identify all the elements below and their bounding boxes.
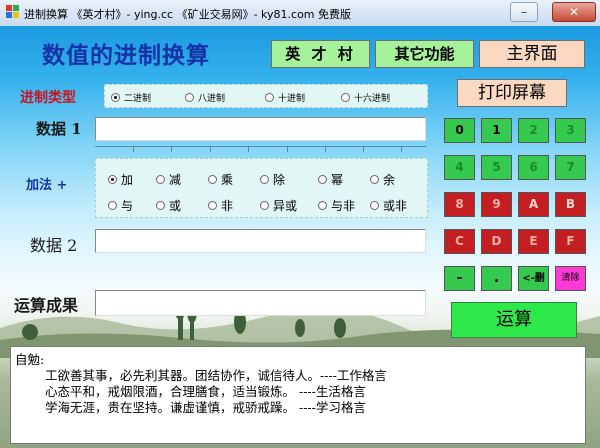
compute-button[interactable]: 运算 bbox=[451, 302, 577, 338]
radio-dot-icon bbox=[108, 175, 117, 184]
app-window: 进制换算 《英才村》- ying.cc 《矿业交易网》- ky81.com 免费… bbox=[0, 0, 600, 448]
radio-dot-icon bbox=[185, 93, 194, 102]
base-type-group: 二进制 八进制 十进制 十六进制 bbox=[104, 84, 428, 108]
radio-label: 与 bbox=[121, 199, 134, 213]
radio-dot-icon bbox=[156, 175, 165, 184]
radio-label: 十六进制 bbox=[354, 94, 391, 104]
key-f[interactable]: F bbox=[555, 229, 586, 254]
radio-dot-icon bbox=[260, 201, 269, 210]
operation-group: 加 减 乘 除 幂 余 与 或 非 异或 与非 或非 bbox=[95, 158, 428, 218]
radio-dot-icon bbox=[318, 201, 327, 210]
op-nor[interactable]: 或非 bbox=[370, 197, 407, 214]
motto-line: 学海无涯，贵在坚持。谦虚谨慎，戒骄戒躁。 ----学习格言 bbox=[45, 400, 366, 415]
page-title: 数值的进制换算 bbox=[42, 42, 210, 69]
radio-label: 减 bbox=[169, 173, 182, 187]
title-bar: 进制换算 《英才村》- ying.cc 《矿业交易网》- ky81.com 免费… bbox=[0, 0, 600, 27]
radio-label: 乘 bbox=[221, 173, 234, 187]
key-b[interactable]: B bbox=[555, 192, 586, 217]
radio-label: 二进制 bbox=[124, 94, 152, 104]
radio-dot-icon bbox=[260, 175, 269, 184]
op-power[interactable]: 幂 bbox=[318, 171, 343, 188]
yingcai-button[interactable]: 英 才 村 bbox=[271, 40, 370, 68]
data1-ruler bbox=[95, 146, 426, 153]
motto-heading: 自勉: bbox=[15, 352, 45, 367]
base-type-label: 进制类型 bbox=[20, 90, 76, 106]
op-nand[interactable]: 与非 bbox=[318, 197, 355, 214]
key-0[interactable]: 0 bbox=[444, 118, 475, 143]
print-screen-button[interactable]: 打印屏幕 bbox=[457, 79, 567, 107]
radio-dot-icon bbox=[111, 93, 120, 102]
radio-dot-icon bbox=[370, 201, 379, 210]
clear-button[interactable]: 清除 bbox=[555, 266, 586, 291]
key-minus[interactable]: - bbox=[444, 266, 475, 291]
data2-label: 数据 2 bbox=[30, 236, 78, 255]
result-label: 运算成果 bbox=[14, 296, 79, 315]
op-not[interactable]: 非 bbox=[208, 197, 233, 214]
other-functions-button[interactable]: 其它功能 bbox=[375, 40, 474, 68]
backspace-button[interactable]: <-删 bbox=[518, 266, 549, 291]
key-5[interactable]: 5 bbox=[481, 155, 512, 180]
radio-label: 或非 bbox=[383, 199, 408, 213]
radio-dot-icon bbox=[108, 201, 117, 210]
window-title: 进制换算 《英才村》- ying.cc 《矿业交易网》- ky81.com 免费… bbox=[24, 8, 352, 21]
radio-dot-icon bbox=[341, 93, 350, 102]
op-and[interactable]: 与 bbox=[108, 197, 133, 214]
radio-dot-icon bbox=[318, 175, 327, 184]
op-mod[interactable]: 余 bbox=[370, 171, 395, 188]
radio-label: 加 bbox=[121, 173, 134, 187]
radio-label: 或 bbox=[169, 199, 182, 213]
radio-hex[interactable]: 十六进制 bbox=[341, 91, 390, 104]
key-c[interactable]: C bbox=[444, 229, 475, 254]
key-d[interactable]: D bbox=[481, 229, 512, 254]
home-button[interactable]: 主界面 bbox=[479, 40, 585, 68]
radio-label: 与非 bbox=[331, 199, 356, 213]
key-e[interactable]: E bbox=[518, 229, 549, 254]
radio-decimal[interactable]: 十进制 bbox=[265, 91, 305, 104]
data1-label: 数据 1 bbox=[36, 120, 82, 138]
radio-label: 非 bbox=[221, 199, 234, 213]
op-multiply[interactable]: 乘 bbox=[208, 171, 233, 188]
radio-label: 除 bbox=[273, 173, 286, 187]
radio-label: 异或 bbox=[273, 199, 298, 213]
radio-dot-icon bbox=[208, 175, 217, 184]
app-icon bbox=[6, 5, 20, 19]
operation-label: 加法 + bbox=[26, 178, 68, 193]
radio-dot-icon bbox=[156, 201, 165, 210]
motto-box: 自勉: 工欲善其事，必先利其器。团结协作，诚信待人。----工作格言 心态平和，… bbox=[10, 346, 586, 444]
op-subtract[interactable]: 减 bbox=[156, 171, 181, 188]
radio-binary[interactable]: 二进制 bbox=[111, 91, 151, 104]
op-add[interactable]: 加 bbox=[108, 171, 133, 188]
key-6[interactable]: 6 bbox=[518, 155, 549, 180]
key-a[interactable]: A bbox=[518, 192, 549, 217]
radio-octal[interactable]: 八进制 bbox=[185, 91, 225, 104]
data1-input[interactable] bbox=[95, 117, 426, 141]
radio-label: 十进制 bbox=[278, 94, 306, 104]
key-3[interactable]: 3 bbox=[555, 118, 586, 143]
radio-label: 八进制 bbox=[198, 94, 226, 104]
data2-input[interactable] bbox=[95, 229, 426, 253]
key-7[interactable]: 7 bbox=[555, 155, 586, 180]
radio-label: 余 bbox=[383, 173, 396, 187]
key-dot[interactable]: . bbox=[481, 266, 512, 291]
key-4[interactable]: 4 bbox=[444, 155, 475, 180]
key-2[interactable]: 2 bbox=[518, 118, 549, 143]
radio-dot-icon bbox=[370, 175, 379, 184]
op-or[interactable]: 或 bbox=[156, 197, 181, 214]
client-area: 数值的进制换算 英 才 村 其它功能 主界面 打印屏幕 进制类型 二进制 八进制… bbox=[0, 26, 600, 448]
close-button[interactable]: ✕ bbox=[552, 2, 596, 22]
op-xor[interactable]: 异或 bbox=[260, 197, 297, 214]
radio-dot-icon bbox=[208, 201, 217, 210]
key-1[interactable]: 1 bbox=[481, 118, 512, 143]
key-9[interactable]: 9 bbox=[481, 192, 512, 217]
minimize-button[interactable]: – bbox=[510, 2, 538, 22]
radio-label: 幂 bbox=[331, 173, 344, 187]
result-output[interactable] bbox=[95, 290, 426, 316]
radio-dot-icon bbox=[265, 93, 274, 102]
op-divide[interactable]: 除 bbox=[260, 171, 285, 188]
key-8[interactable]: 8 bbox=[444, 192, 475, 217]
